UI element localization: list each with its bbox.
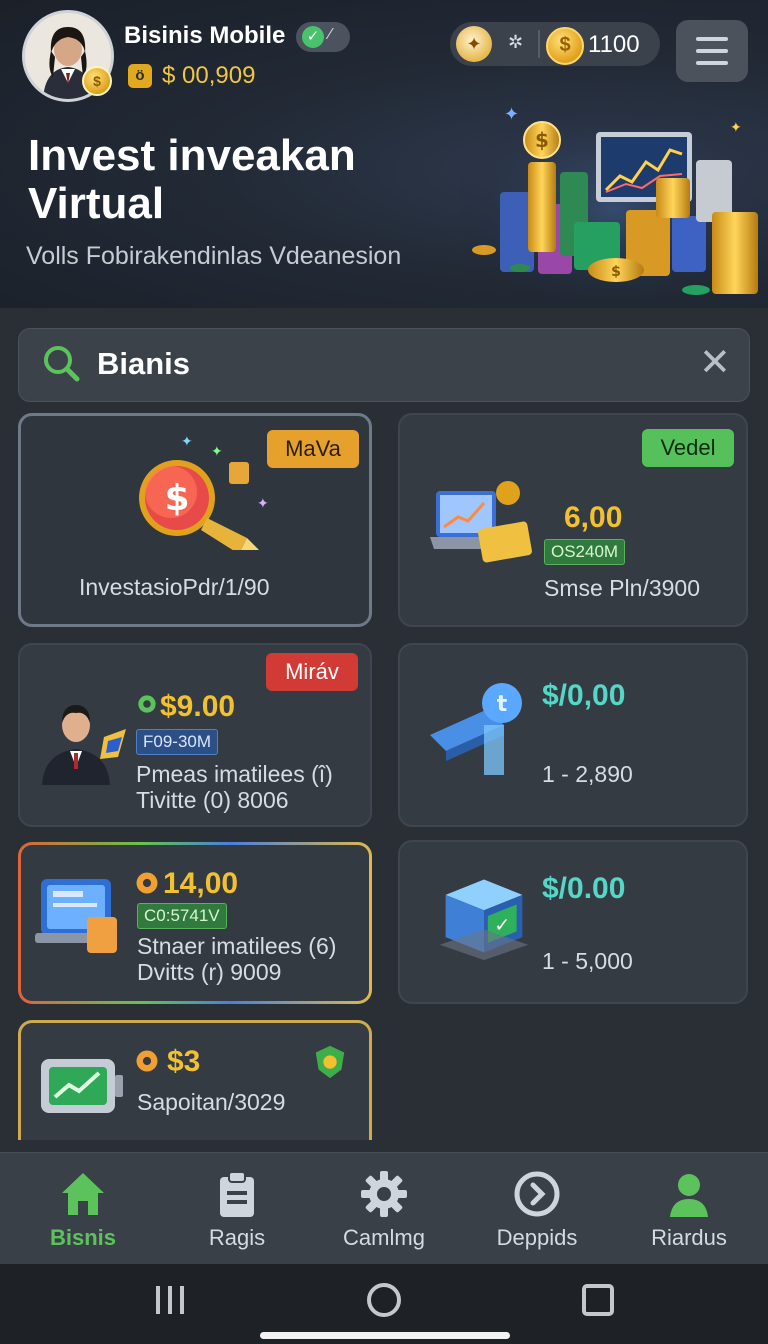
blockchain-token-icon: t <box>430 683 522 775</box>
nav-item-ragis[interactable]: Ragis <box>162 1153 312 1265</box>
card-title: 1 - 2,890 <box>542 761 633 787</box>
server-cube-icon: ✓ <box>439 879 529 961</box>
investment-card[interactable]: MaVa $ ✦ ✦ ✦ InvestasioPdr/1/90 <box>18 413 372 627</box>
coin-icon: $ <box>546 27 584 65</box>
coin-rocket-icon: $ ✦ ✦ ✦ <box>139 434 269 550</box>
card-tag: OS240M <box>544 539 626 565</box>
recent-apps-icon[interactable] <box>150 1280 190 1320</box>
investment-card[interactable]: t $/0,00 1 - 2,890 <box>398 643 748 827</box>
nav-item-riardus[interactable]: Riardus <box>614 1153 764 1265</box>
nav-item-bisnis[interactable]: Bisnis <box>8 1153 158 1265</box>
wallet-icon: ö <box>128 64 152 88</box>
card-price: 6,00 <box>564 501 623 534</box>
investment-card[interactable]: $3 Sapoitan/3029 <box>18 1020 372 1140</box>
home-icon <box>62 1173 104 1215</box>
hero-title: Invest inveakan Virtual <box>28 131 356 228</box>
coin-counter[interactable]: ✦ ✲ $ 1100 <box>450 22 660 66</box>
check-icon: ✓ <box>302 26 324 48</box>
balance-value: $ 00,909 <box>162 62 256 89</box>
settings-icon <box>361 1171 407 1217</box>
hamburger-line <box>696 61 728 65</box>
coins-chart-illustration: $ $ ✦ ✦ <box>460 92 768 304</box>
card-title: Sapoitan/3029 <box>137 1089 286 1115</box>
hamburger-line <box>696 49 728 53</box>
card-badge: Vedel <box>642 429 734 467</box>
nav-item-deppids[interactable]: Deppids <box>462 1153 612 1265</box>
investment-card[interactable]: Vedel 6,00 OS240M Smse Pln/3900 <box>398 413 748 627</box>
investment-card[interactable]: Miráv $9.00 F09-30M Pmeas imatilees (î) … <box>18 643 372 827</box>
svg-text:✦: ✦ <box>211 444 223 460</box>
card-price: $/0.00 <box>542 872 626 905</box>
svg-text:t: t <box>497 692 508 717</box>
card-title: Pmeas imatilees (î) <box>136 761 333 787</box>
card-price: $3 <box>167 1045 201 1078</box>
card-badge: MaVa <box>267 430 359 468</box>
menu-button[interactable] <box>676 20 748 82</box>
search-bar[interactable]: Bianis ✕ <box>18 328 750 402</box>
clipboard-icon <box>220 1171 254 1217</box>
svg-text:✦: ✦ <box>181 434 193 450</box>
divider <box>538 30 540 58</box>
card-badge: Miráv <box>266 653 358 691</box>
hero-banner: $ Bisinis Mobile ✓ ⁄ ö $ 00,909 ✦ ✲ $ 11… <box>0 0 768 308</box>
laptop-chart-icon <box>430 481 532 563</box>
card-price: $/0,00 <box>542 679 626 712</box>
svg-text:$: $ <box>164 478 189 519</box>
chevron-icon: ⁄ <box>329 26 332 43</box>
card-title: InvestasioPdr/1/90 <box>79 574 270 600</box>
close-icon[interactable]: ✕ <box>699 341 731 385</box>
card-tag: C0:5741V <box>137 903 227 929</box>
card-title: 1 - 5,000 <box>542 948 633 974</box>
nav-label: Ragis <box>208 1225 266 1250</box>
settings-small-icon[interactable]: ✲ <box>508 32 523 53</box>
svg-text:✓: ✓ <box>494 913 510 936</box>
card-price: $9.00 <box>160 690 236 723</box>
hero-subtitle: Volls Fobirakendinlas Vdeanesion <box>26 242 402 270</box>
card-title: Smse Pln/3900 <box>544 575 700 601</box>
search-icon <box>44 346 80 382</box>
businessman-icon <box>42 705 126 785</box>
gear-icon <box>138 695 156 713</box>
card-subtitle: Tivitte (0) 8006 <box>136 787 289 813</box>
nav-item-camlmg[interactable]: Camlmg <box>309 1153 459 1265</box>
profile-icon <box>670 1174 708 1217</box>
nav-label: Bisnis <box>49 1225 117 1250</box>
gear-icon <box>136 872 158 894</box>
nav-label: Deppids <box>496 1225 578 1250</box>
hamburger-line <box>696 37 728 41</box>
mascot-icon: ✦ <box>456 26 492 62</box>
verified-badge[interactable]: ✓ ⁄ <box>296 22 350 52</box>
back-square-icon[interactable] <box>578 1280 618 1320</box>
svg-text:$: $ <box>611 264 621 280</box>
investment-card[interactable]: ✓ $/0.00 1 - 5,000 <box>398 840 748 1004</box>
card-title: Stnaer imatilees (6) <box>137 933 337 959</box>
search-input[interactable]: Bianis <box>97 346 190 382</box>
investment-card[interactable]: 14,00 C0:5741V Stnaer imatilees (6) Dvit… <box>18 842 372 1004</box>
username: Bisinis Mobile <box>124 22 286 49</box>
battery-chart-icon <box>41 1059 123 1113</box>
nav-label: Riardus <box>651 1225 727 1250</box>
gear-icon <box>136 1050 158 1072</box>
home-indicator[interactable] <box>260 1332 510 1339</box>
dashboard-icon <box>35 879 117 953</box>
svg-text:$: $ <box>535 128 549 152</box>
card-price: 14,00 <box>163 867 239 900</box>
svg-text:✦: ✦ <box>730 120 742 136</box>
home-circle-icon[interactable] <box>364 1280 404 1320</box>
nav-label: Camlmg <box>343 1225 425 1250</box>
shield-icon <box>315 1045 345 1079</box>
card-tag: F09-30M <box>136 729 219 755</box>
svg-text:✦: ✦ <box>257 496 269 512</box>
history-icon <box>514 1171 560 1217</box>
svg-text:✦: ✦ <box>504 104 519 125</box>
coin-count: 1100 <box>588 31 640 58</box>
card-subtitle: Dvitts (r) 9009 <box>137 959 282 985</box>
bottom-navigation: Bisnis Ragis Camlmg Deppids Riardus <box>0 1152 768 1265</box>
coin-badge-icon: $ <box>82 66 112 96</box>
